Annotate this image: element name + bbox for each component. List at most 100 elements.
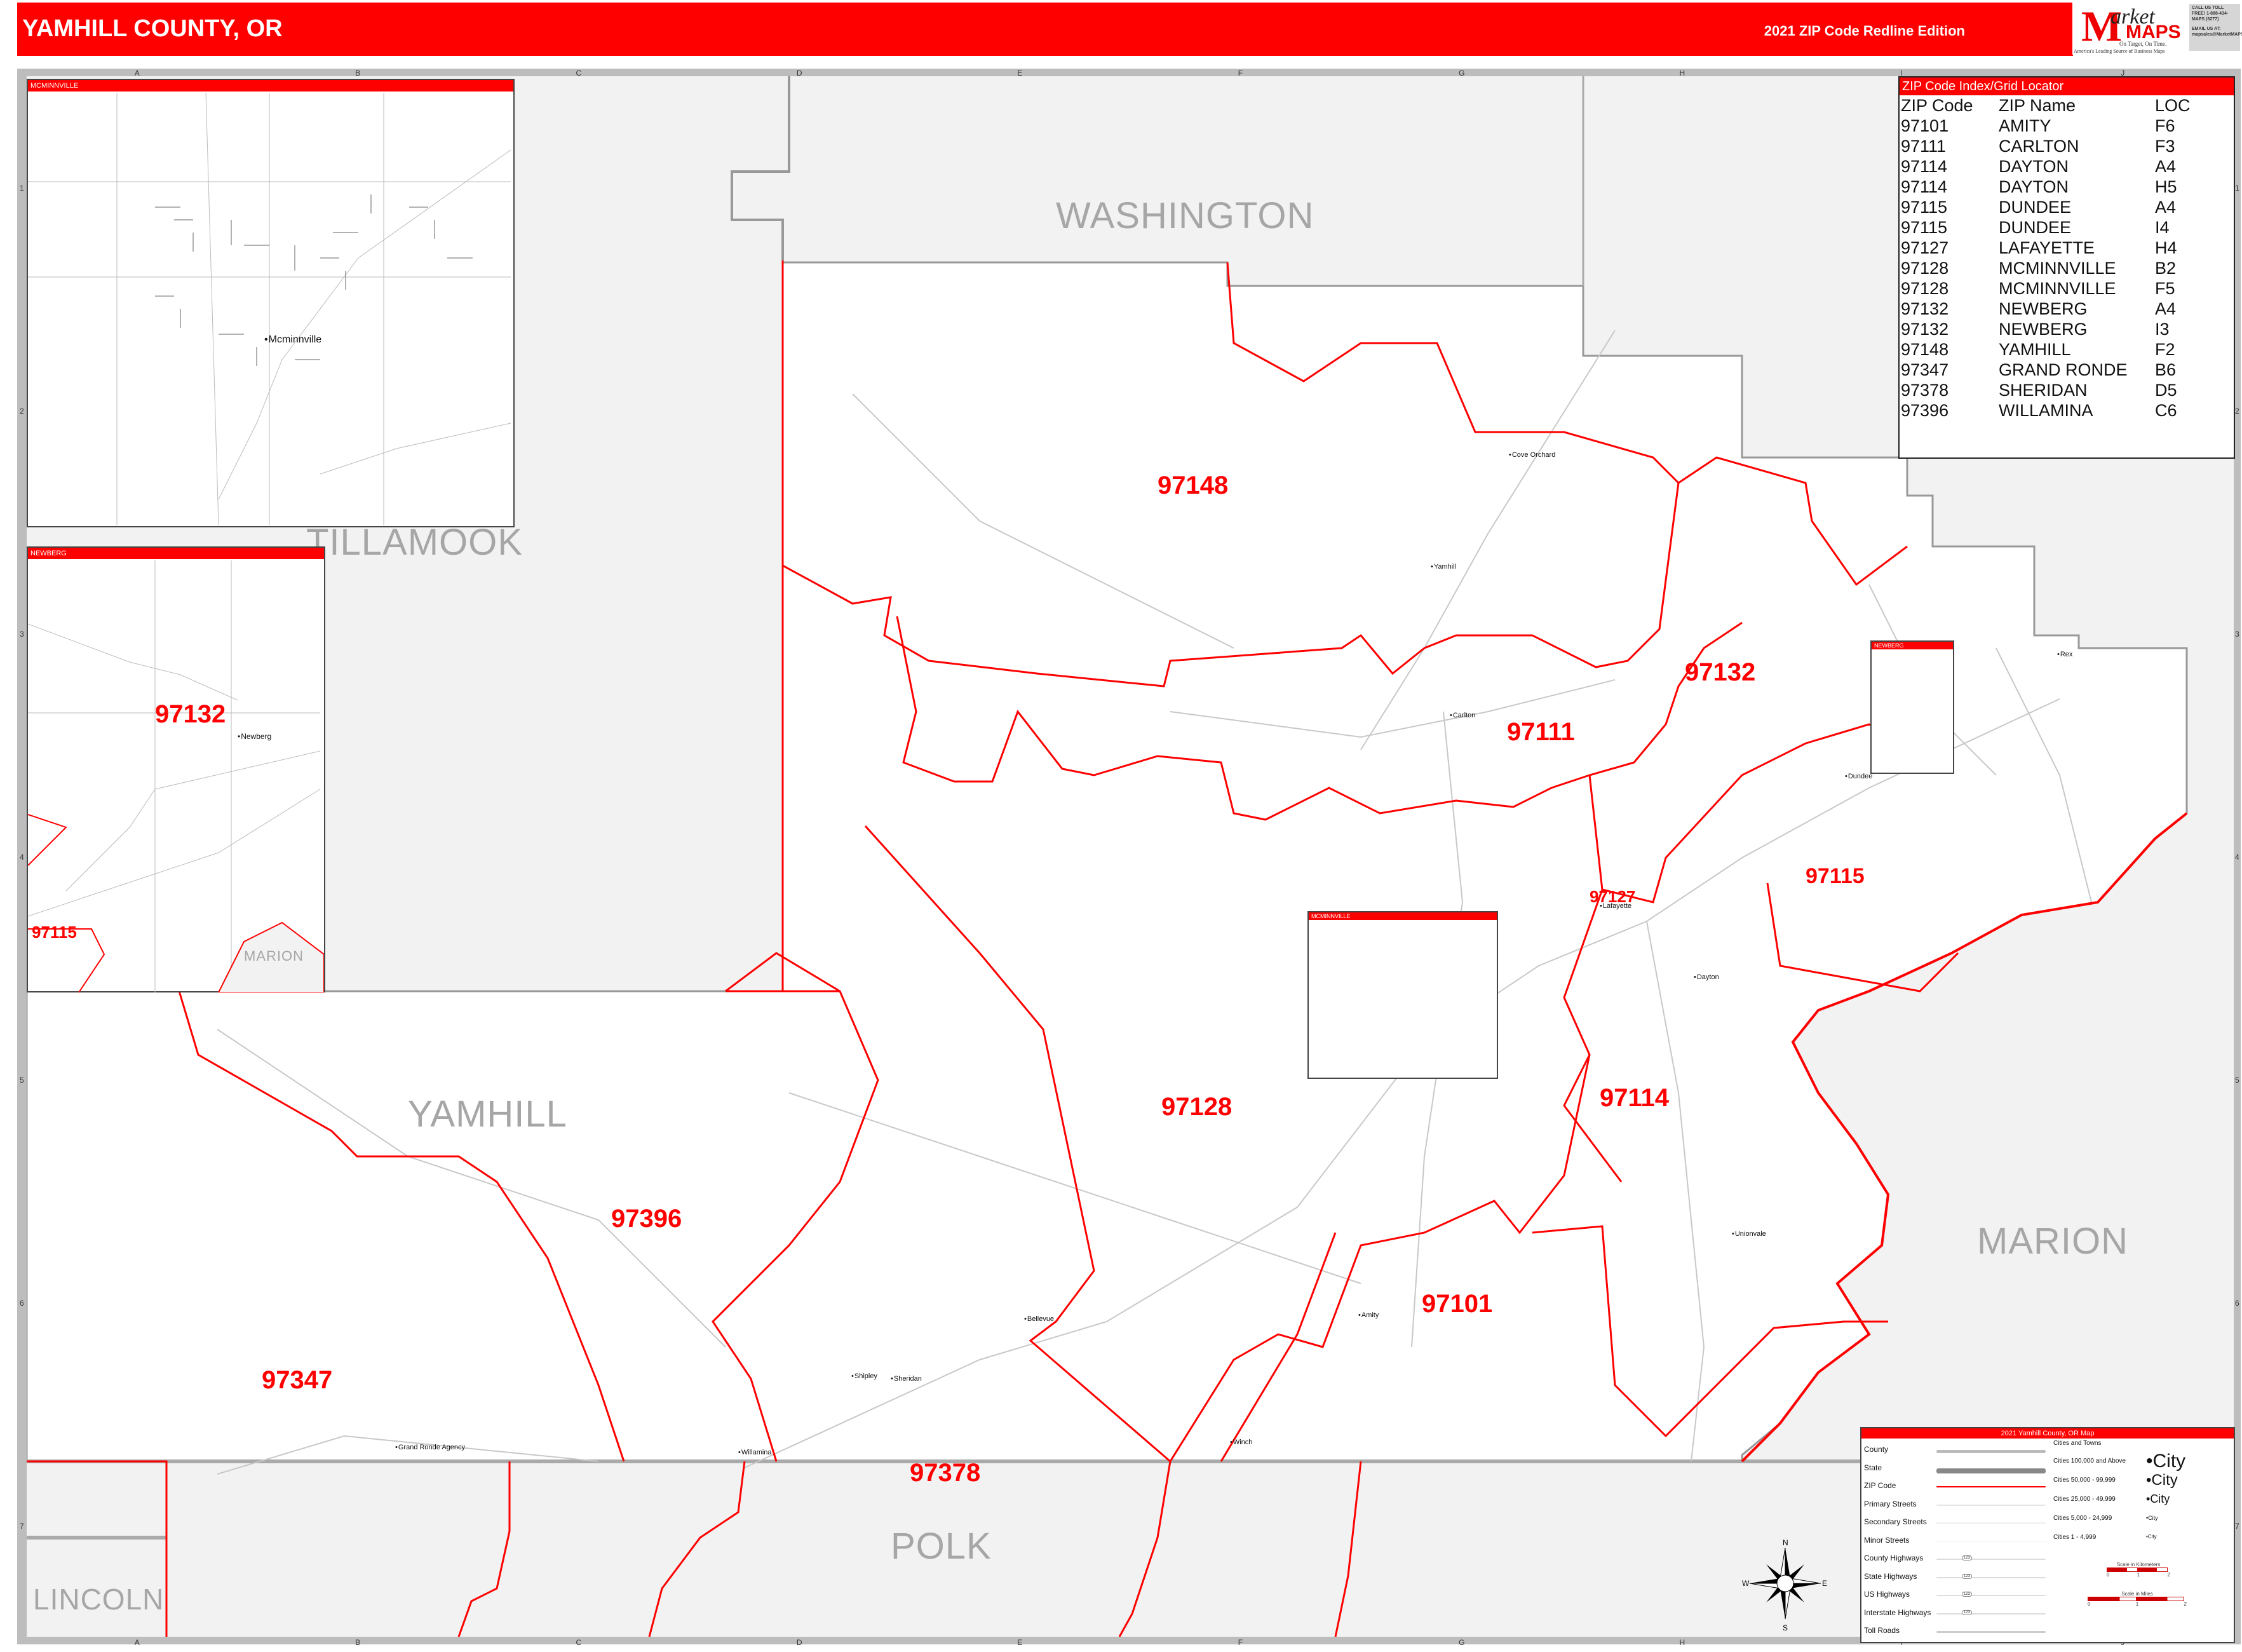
mcminnville-streets	[28, 93, 511, 525]
scale-km-label: Scale in Kilometers	[2116, 1562, 2161, 1567]
grid-row-label: 1	[20, 184, 24, 193]
highway-shield-icon: 123	[1962, 1609, 1973, 1615]
town-unionvale: Unionvale	[1732, 1230, 1766, 1238]
scale-mi-tick: 1	[2135, 1601, 2139, 1607]
legend-line-swatch	[1936, 1576, 2046, 1578]
zip-code-cell: 97115	[1901, 218, 1948, 237]
zip-name-cell: LAFAYETTE	[1999, 238, 2095, 257]
market-maps-logo[interactable]: M arket MAPS On Target, On Time. America…	[2072, 1, 2188, 55]
zip-code-cell: 97115	[1901, 198, 1948, 217]
zip-index-panel: ZIP Code Index/Grid Locator ZIP Code ZIP…	[1898, 76, 2235, 459]
zip-index-row: 97128 MCMINNVILLE F5	[1900, 278, 2191, 299]
legend-line-swatch	[1936, 1486, 2046, 1487]
town-sheridan: Sheridan	[891, 1375, 922, 1383]
zip-code-cell: 97111	[1901, 137, 1947, 156]
col-zip-code: ZIP Code	[1901, 96, 1973, 115]
scale-km: Scale in Kilometers 0 1 2	[2107, 1562, 2170, 1578]
newberg-locator-box[interactable]: NEWBERG	[1870, 640, 1954, 774]
zip-name-cell: SHERIDAN	[1999, 381, 2088, 400]
legend-city-sample: •City	[2146, 1534, 2157, 1540]
grid-row-label: 5	[2235, 1075, 2239, 1085]
town-lafayette: Lafayette	[1600, 902, 1631, 910]
zip-label-97101: 97101	[1422, 1290, 1493, 1318]
county-label-tillamook: TILLAMOOK	[306, 522, 523, 563]
loc-cell: F2	[2155, 340, 2175, 359]
zip-name-cell: GRAND RONDE	[1999, 360, 2128, 379]
zip-index-row: 97114 DAYTON A4	[1900, 156, 2191, 177]
zip-index-title: ZIP Code Index/Grid Locator	[1900, 78, 2234, 95]
scale-miles: Scale in Miles 0 1 2	[2088, 1591, 2187, 1607]
zip-label-97111: 97111	[1507, 718, 1575, 746]
grid-row-label: 2	[20, 407, 24, 416]
mcminnville-locator-box[interactable]: MCMINNVILLE	[1307, 911, 1498, 1079]
scale-miles-bar	[2088, 1597, 2184, 1601]
grid-row-label: 6	[2235, 1298, 2239, 1308]
loc-cell: D5	[2155, 381, 2177, 400]
zip-name-cell: WILLAMINA	[1999, 401, 2093, 420]
inset-county-marion: MARION	[244, 948, 304, 964]
zip-name-cell: YAMHILL	[1999, 340, 2071, 359]
legend-line-swatch	[1936, 1468, 2046, 1473]
city-dot-icon: •	[2146, 1451, 2153, 1472]
zip-code-cell: 97132	[1901, 299, 1949, 318]
town-dundee: Dundee	[1845, 773, 1873, 780]
legend-line-swatch	[1936, 1559, 2046, 1560]
zip-code-cell: 97114	[1901, 157, 1948, 176]
zip-label-97347: 97347	[262, 1366, 333, 1394]
town-dayton: Dayton	[1694, 973, 1719, 981]
legend-city-class: Cities 50,000 - 99,999	[2053, 1477, 2116, 1484]
zip-label-97115: 97115	[1806, 864, 1865, 888]
mcminnville-inset[interactable]: MCMINNVILLE Mcminnville	[27, 79, 515, 527]
highway-shield-icon: 123	[1962, 1573, 1973, 1579]
city-sample-text: City	[2150, 1493, 2170, 1505]
legend-line-swatch	[1936, 1504, 2046, 1506]
zip-label-97148: 97148	[1158, 471, 1229, 499]
legend-item-label: Interstate Highways	[1864, 1608, 1931, 1617]
zip-label-97132: 97132	[1685, 658, 1756, 686]
grid-row-label: 7	[20, 1521, 24, 1531]
legend-item-label: US Highways	[1864, 1590, 1910, 1599]
zip-code-cell: 97114	[1901, 177, 1948, 196]
zip-index-row: 97127 LAFAYETTE H4	[1900, 238, 2191, 258]
zip-code-cell: 97148	[1901, 340, 1949, 359]
loc-cell: F5	[2155, 279, 2175, 298]
zip-index-row: 97347 GRAND RONDE B6	[1900, 360, 2191, 380]
scale-km-tick: 1	[2137, 1572, 2140, 1578]
loc-cell: F6	[2155, 116, 2175, 135]
town-rex: Rex	[2057, 651, 2073, 658]
zip-boundary	[1118, 1461, 1172, 1637]
zip-code-cell: 97132	[1901, 320, 1949, 339]
loc-cell: I3	[2155, 320, 2170, 339]
newberg-inset-title: NEWBERG	[28, 548, 324, 559]
zip-code-cell: 97128	[1901, 259, 1949, 278]
loc-cell: C6	[2155, 401, 2177, 420]
zip-code-cell: 97127	[1901, 238, 1949, 257]
compass-s: S	[1783, 1623, 1788, 1632]
grid-col-label: B	[355, 1638, 361, 1647]
legend-city-class: Cities 5,000 - 24,999	[2053, 1515, 2112, 1522]
mcminnville-inset-title: MCMINNVILLE	[28, 80, 513, 91]
loc-cell: A4	[2155, 157, 2177, 176]
zip-index-header-row: ZIP Code ZIP Name LOC	[1900, 95, 2191, 116]
zip-index-row: 97132 NEWBERG A4	[1900, 299, 2191, 319]
zip-code-cell: 97396	[1901, 401, 1949, 420]
zip-label-97378: 97378	[910, 1459, 981, 1487]
zip-label-97128: 97128	[1161, 1093, 1232, 1121]
legend-city-class: Cities 25,000 - 49,999	[2053, 1496, 2116, 1503]
town-shipley: Shipley	[851, 1372, 877, 1380]
compass-e: E	[1822, 1579, 1827, 1588]
city-sample-text: City	[2147, 1534, 2157, 1540]
legend-city-sample: •City	[2146, 1451, 2185, 1472]
legend-item-label: Toll Roads	[1864, 1626, 1900, 1635]
legend-line-swatch	[1936, 1631, 2046, 1633]
legend-item-label: County	[1864, 1445, 1889, 1454]
legend-city-sample: •City	[2146, 1472, 2178, 1489]
legend-line-swatch	[1936, 1595, 2046, 1596]
zip-index-table: ZIP Code ZIP Name LOC 97101 AMITY F6 97111 C…	[1900, 95, 2191, 421]
grid-row-label: 1	[2235, 184, 2239, 193]
contact-email[interactable]: EMAIL US AT: mapsales@MarketMAPS.com	[2192, 26, 2242, 37]
grid-col-label: A	[134, 1638, 140, 1647]
newberg-inset[interactable]: NEWBERG 97132 97115 Newberg MARION	[27, 546, 325, 992]
loc-cell: B6	[2155, 360, 2177, 379]
legend-item-label: Secondary Streets	[1864, 1517, 1927, 1526]
